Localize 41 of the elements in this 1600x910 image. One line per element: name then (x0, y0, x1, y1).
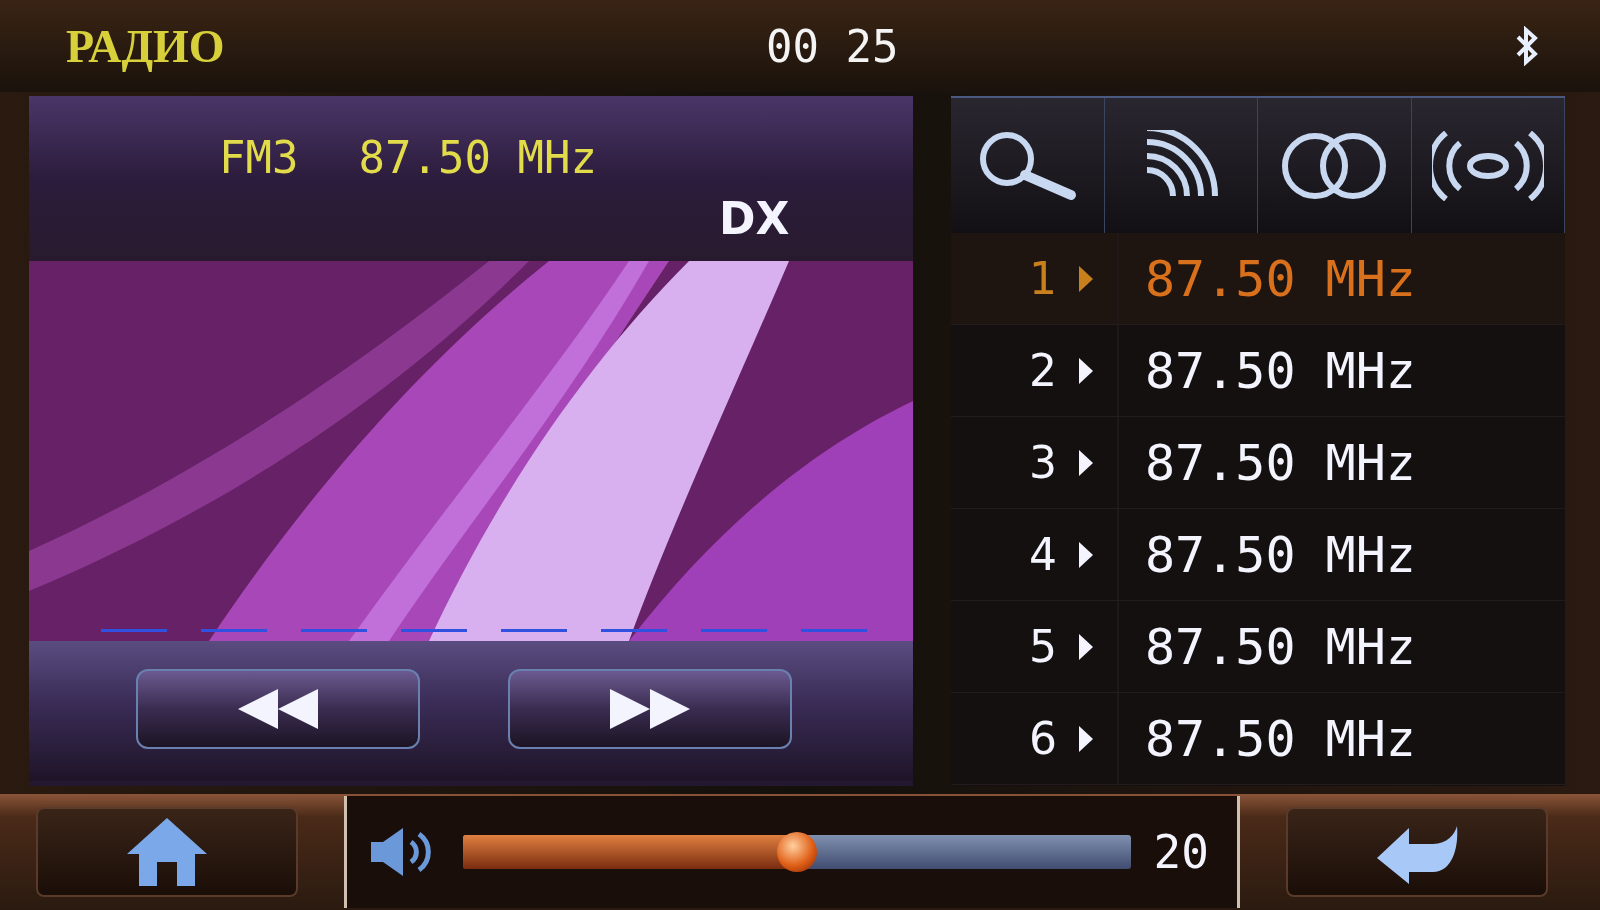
preset-frequency: 87.50 MHz (1144, 433, 1416, 492)
preset-frequency: 87.50 MHz (1144, 709, 1416, 768)
play-arrow-icon (1077, 447, 1095, 478)
preset-number: 3 (1029, 437, 1057, 488)
preset-row[interactable]: 5 87.50 MHz (951, 601, 1565, 693)
frequency-readout: 87.50 MHz (358, 132, 597, 183)
preset-frequency: 87.50 MHz (1144, 525, 1416, 584)
preset-row[interactable]: 1 87.50 MHz (951, 233, 1565, 325)
preset-number: 5 (1029, 621, 1057, 672)
preset-row[interactable]: 2 87.50 MHz (951, 325, 1565, 417)
preset-frequency: 87.50 MHz (1144, 341, 1416, 400)
play-arrow-icon (1077, 263, 1095, 294)
play-arrow-icon (1077, 631, 1095, 662)
play-arrow-icon (1077, 539, 1095, 570)
rewind-icon (236, 687, 320, 731)
bluetooth-icon (1514, 26, 1540, 66)
fast-forward-icon (608, 687, 692, 731)
volume-slider[interactable] (463, 835, 1131, 869)
preset-row[interactable]: 4 87.50 MHz (951, 509, 1565, 601)
band-label: FM3 (219, 132, 299, 183)
preset-number: 4 (1029, 529, 1057, 580)
seek-back-button[interactable] (136, 669, 420, 749)
preset-frequency: 87.50 MHz (1144, 617, 1416, 676)
preset-number: 6 (1029, 713, 1057, 764)
back-button[interactable] (1286, 807, 1548, 897)
seek-forward-button[interactable] (508, 669, 792, 749)
broadcast-icon[interactable] (1431, 130, 1544, 201)
preset-number: 1 (1029, 253, 1057, 304)
slider-thumb[interactable] (777, 832, 817, 872)
preset-number: 2 (1029, 345, 1057, 396)
home-icon (125, 816, 209, 888)
screen-title: РАДИО (66, 19, 226, 73)
home-button[interactable] (36, 807, 298, 897)
play-arrow-icon (1077, 355, 1095, 386)
dx-indicator: DX (719, 193, 790, 244)
clock: 00 25 (766, 20, 900, 72)
preset-row[interactable]: 3 87.50 MHz (951, 417, 1565, 509)
play-arrow-icon (1077, 723, 1095, 754)
volume-reading: 20 (1153, 825, 1209, 879)
preset-row[interactable]: 6 87.50 MHz (951, 693, 1565, 785)
preset-frequency: 87.50 MHz (1144, 249, 1416, 308)
